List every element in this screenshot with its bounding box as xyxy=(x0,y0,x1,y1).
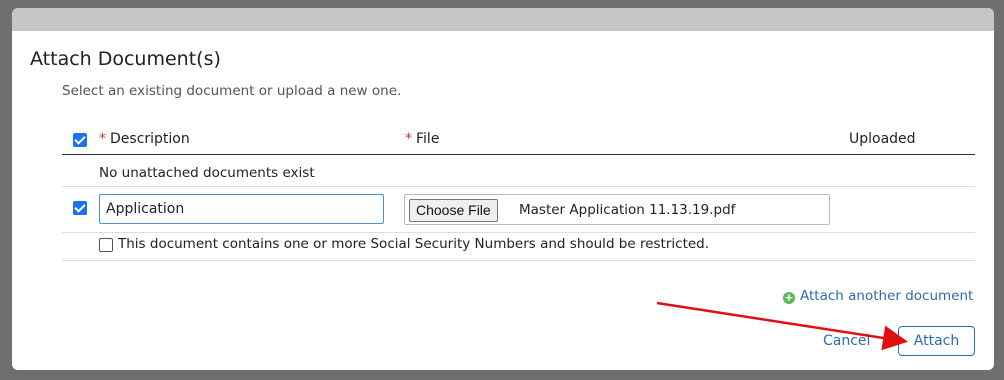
attach-button[interactable]: Attach xyxy=(898,326,975,356)
required-marker: * xyxy=(99,131,106,147)
modal-subtitle: Select an existing document or upload a … xyxy=(62,83,402,99)
row-divider xyxy=(62,260,975,261)
choose-file-button[interactable]: Choose File xyxy=(409,199,498,222)
attach-document-modal: Attach Document(s) Select an existing do… xyxy=(12,8,994,370)
ssn-label: This document contains one or more Socia… xyxy=(118,236,710,252)
select-all-checkbox[interactable] xyxy=(73,133,87,147)
empty-message: No unattached documents exist xyxy=(99,165,315,181)
attach-another-label: Attach another document xyxy=(800,288,974,304)
required-marker: * xyxy=(405,131,412,147)
modal-title: Attach Document(s) xyxy=(30,48,221,70)
plus-circle-icon: + xyxy=(783,291,795,304)
row-divider xyxy=(62,186,975,187)
file-header: * File xyxy=(405,131,439,147)
modal-top-bar xyxy=(12,8,994,31)
cancel-button[interactable]: Cancel xyxy=(823,333,870,349)
description-input[interactable] xyxy=(99,194,384,224)
selected-file-name: Master Application 11.13.19.pdf xyxy=(519,202,736,218)
uploaded-header: Uploaded xyxy=(849,131,916,147)
ssn-checkbox[interactable] xyxy=(99,238,113,252)
row-checkbox[interactable] xyxy=(73,201,87,215)
description-header-label: Description xyxy=(110,131,190,147)
description-header: * Description xyxy=(99,131,190,147)
header-divider xyxy=(62,154,975,155)
attach-another-link[interactable]: + Attach another document xyxy=(783,288,973,304)
row-divider xyxy=(62,232,975,233)
file-input[interactable]: Choose File Master Application 11.13.19.… xyxy=(404,194,830,225)
file-header-label: File xyxy=(416,131,440,147)
